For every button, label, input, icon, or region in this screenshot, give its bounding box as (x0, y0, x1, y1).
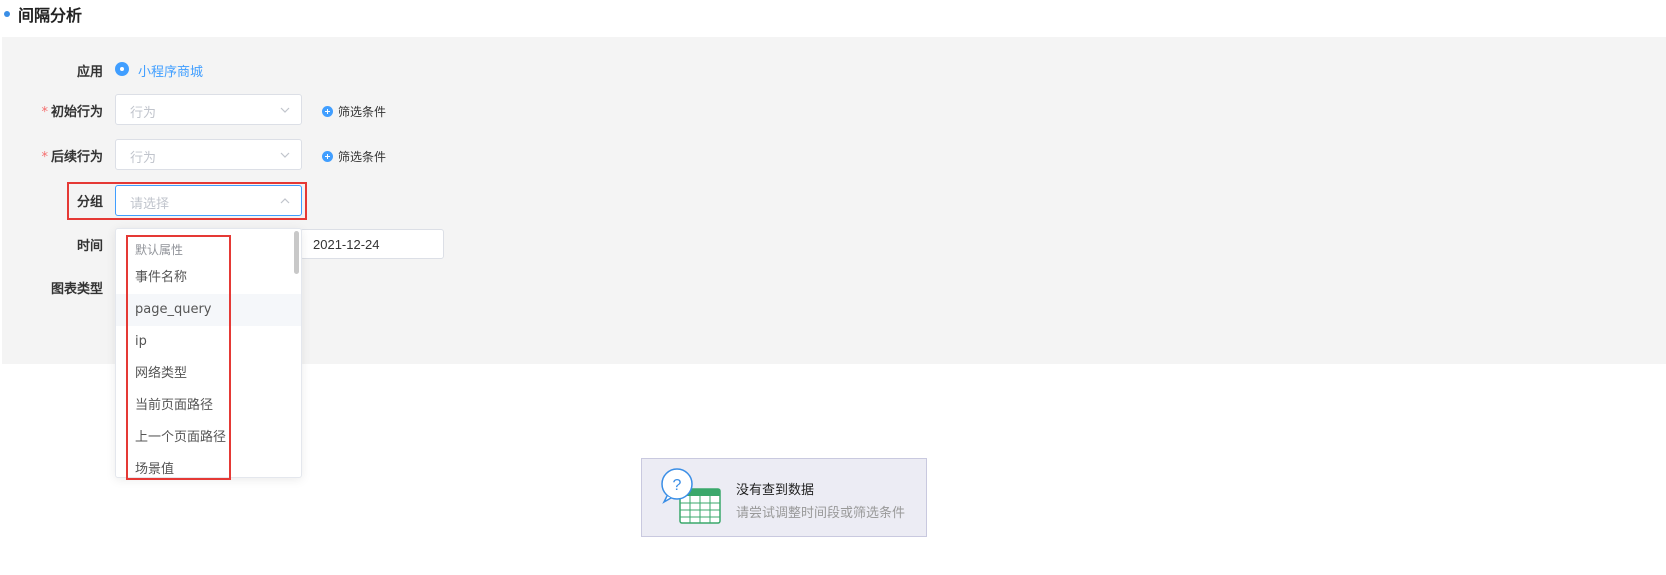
subsequent-behavior-label-text: 后续行为 (50, 150, 103, 165)
subsequent-filter-add-button[interactable]: 筛选条件 (322, 148, 386, 165)
subsequent-behavior-placeholder: 行为 (130, 151, 157, 166)
subsequent-behavior-label: * 后续行为 (0, 146, 103, 165)
plus-circle-icon (322, 151, 333, 162)
initial-behavior-select[interactable]: 行为 (115, 94, 302, 125)
chevron-down-icon (280, 107, 290, 113)
required-mark: * (41, 150, 48, 165)
empty-state-card: ? 没有查到数据 请尝试调整时间段或筛选条件 (641, 458, 927, 537)
app-radio-label[interactable]: 小程序商城 (138, 61, 203, 80)
title-dot-icon (4, 11, 10, 17)
page-title-bar: 间隔分析 (0, 2, 82, 26)
required-mark: * (41, 105, 48, 120)
date-end-value: 2021-12-24 (313, 237, 380, 252)
time-label: 时间 (76, 239, 103, 254)
initial-filter-label: 筛选条件 (338, 105, 387, 119)
question-table-icon: ? (661, 468, 721, 524)
initial-behavior-label-text: 初始行为 (50, 105, 103, 120)
chevron-down-icon (280, 152, 290, 158)
initial-filter-add-button[interactable]: 筛选条件 (322, 103, 386, 120)
page-title: 间隔分析 (18, 6, 83, 25)
svg-text:?: ? (673, 477, 682, 494)
initial-behavior-label: * 初始行为 (0, 101, 103, 120)
empty-state-subtitle: 请尝试调整时间段或筛选条件 (736, 506, 906, 521)
date-range-end-input[interactable]: 2021-12-24 (300, 229, 444, 259)
options-highlight-box (126, 235, 231, 480)
empty-state-title: 没有查到数据 (736, 483, 815, 498)
app-label: 应用 (76, 65, 103, 80)
group-highlight-box (67, 182, 307, 220)
subsequent-behavior-select[interactable]: 行为 (115, 139, 302, 170)
app-radio-selected[interactable] (115, 62, 129, 76)
plus-circle-icon (322, 106, 333, 117)
chart-type-label: 图表类型 (50, 282, 103, 297)
initial-behavior-placeholder: 行为 (130, 106, 157, 121)
subsequent-filter-label: 筛选条件 (338, 150, 387, 164)
